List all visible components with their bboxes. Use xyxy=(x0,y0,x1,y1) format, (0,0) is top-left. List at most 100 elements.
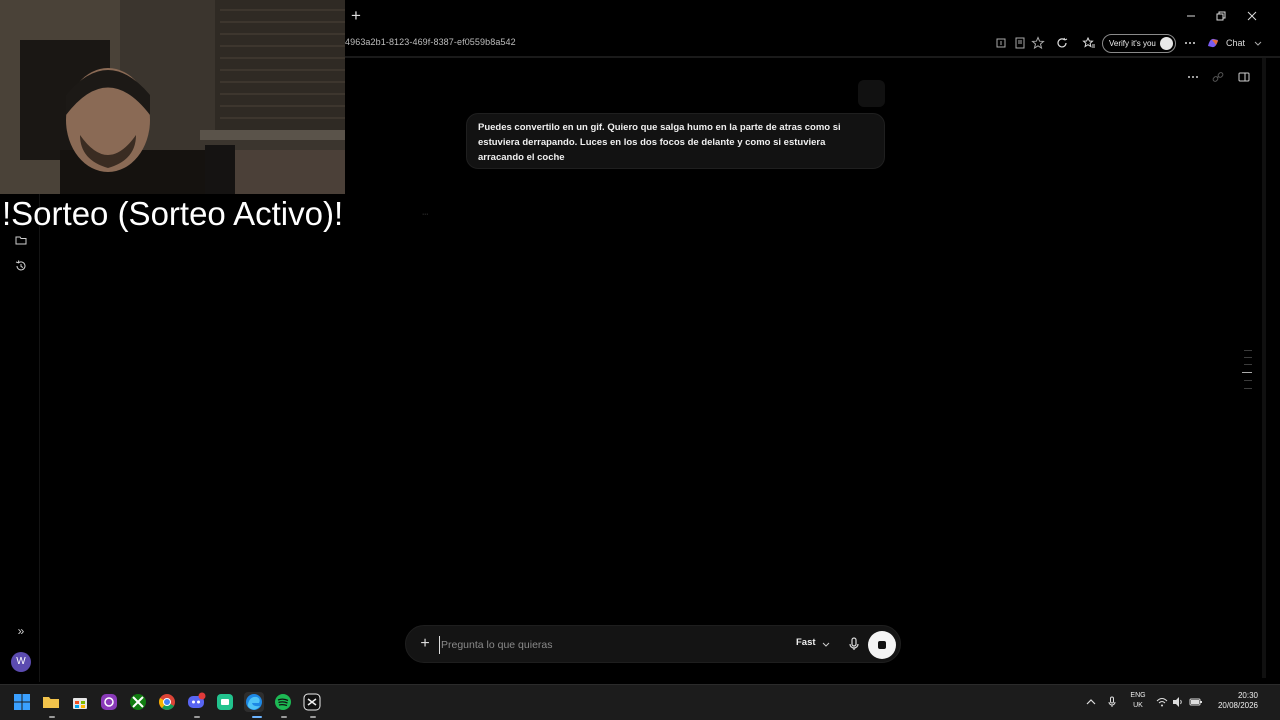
taskbar-instagram[interactable] xyxy=(99,692,119,712)
toggle-panel-button[interactable] xyxy=(1237,70,1251,84)
taskbar-spotify[interactable] xyxy=(273,692,293,712)
loading-indicator: ⋯ xyxy=(422,212,428,218)
tray-battery[interactable] xyxy=(1189,696,1202,708)
windows-icon xyxy=(14,694,30,710)
close-window-button[interactable] xyxy=(1245,9,1259,23)
close-icon xyxy=(1247,11,1257,21)
taskbar-teams[interactable] xyxy=(215,692,235,712)
running-indicator xyxy=(194,716,200,718)
edge-icon xyxy=(246,694,262,710)
chat-button-label[interactable]: Chat xyxy=(1226,38,1245,48)
taskbar: ENG UK 20:30 20/08/2026 xyxy=(0,684,1280,720)
minimize-icon xyxy=(1187,15,1195,17)
running-indicator xyxy=(310,716,316,718)
taskbar-chrome[interactable] xyxy=(157,692,177,712)
favorites-icon xyxy=(1082,36,1095,48)
capcut-icon xyxy=(303,693,321,711)
taskbar-xbox[interactable] xyxy=(128,692,148,712)
scrollbar[interactable] xyxy=(1262,58,1266,678)
user-message-text: Puedes convertilo en un gif. Quiero que … xyxy=(478,122,841,163)
chrome-icon xyxy=(159,694,175,710)
volume-icon xyxy=(1173,697,1182,707)
minimap-line-active xyxy=(1242,372,1252,373)
copilot-icon xyxy=(1208,38,1218,48)
store-icon xyxy=(73,698,87,709)
folder-icon xyxy=(43,697,59,708)
refresh-button[interactable] xyxy=(1055,36,1069,50)
conversation-more-button[interactable] xyxy=(1186,70,1200,84)
clock-date: 20/08/2026 xyxy=(1217,701,1258,710)
restore-button[interactable] xyxy=(1214,9,1228,23)
discord-icon xyxy=(188,692,206,708)
folder-icon xyxy=(15,236,27,245)
chevron-down-icon xyxy=(822,642,830,647)
voice-input-button[interactable] xyxy=(847,636,861,652)
chevron-up-icon xyxy=(1086,699,1096,705)
reading-view-button[interactable] xyxy=(1013,36,1027,50)
mic-icon xyxy=(1108,696,1116,707)
tray-microphone[interactable] xyxy=(1106,696,1118,708)
app-available-button[interactable] xyxy=(994,36,1008,50)
model-selector[interactable]: Fast xyxy=(796,637,816,648)
user-avatar[interactable]: W xyxy=(11,652,31,672)
message-action-button[interactable] xyxy=(858,80,885,107)
clock-time: 20:30 xyxy=(1237,691,1258,700)
app-install-icon xyxy=(996,38,1006,48)
taskbar-store[interactable] xyxy=(70,692,90,712)
chat-dropdown[interactable] xyxy=(1251,36,1265,50)
clock[interactable]: 20:30 20/08/2026 xyxy=(1208,691,1258,711)
restore-icon xyxy=(1216,11,1226,21)
minimize-button[interactable] xyxy=(1184,9,1198,23)
minimap-line xyxy=(1244,388,1252,389)
address-bar[interactable]: 4963a2b1-8123-469f-8387-ef0559b8a542 Ver… xyxy=(345,33,1280,55)
sidebar-projects-button[interactable] xyxy=(14,233,28,247)
taskbar-discord[interactable] xyxy=(186,692,206,712)
verify-label: Verify it's you xyxy=(1109,39,1156,48)
chevron-down-icon xyxy=(1254,41,1262,46)
start-button[interactable] xyxy=(12,692,32,712)
wifi-icon xyxy=(1156,698,1168,707)
favorites-bar-button[interactable] xyxy=(1082,36,1096,50)
share-link-button[interactable] xyxy=(1211,70,1225,84)
sidebar-expand-button[interactable]: » xyxy=(14,624,28,638)
prompt-input[interactable] xyxy=(439,636,779,654)
user-message-bubble: Puedes convertilo en un gif. Quiero que … xyxy=(466,113,885,169)
webcam-overlay xyxy=(0,0,345,194)
spotify-icon xyxy=(275,694,291,710)
verify-profile-button[interactable]: Verify it's you xyxy=(1102,34,1176,53)
settings-more-button[interactable] xyxy=(1183,36,1197,50)
battery-icon xyxy=(1189,698,1202,706)
tray-wifi[interactable] xyxy=(1156,696,1168,708)
copilot-button[interactable] xyxy=(1206,36,1220,50)
running-indicator xyxy=(49,716,55,718)
conversation-minimap[interactable] xyxy=(1238,350,1252,390)
minimap-line xyxy=(1244,380,1252,381)
favorite-button[interactable] xyxy=(1031,36,1045,50)
sidebar-history-button[interactable] xyxy=(14,259,28,273)
side-panel-icon xyxy=(1238,72,1250,82)
attach-button[interactable]: + xyxy=(418,635,432,653)
profile-avatar-icon xyxy=(1160,37,1173,50)
history-icon xyxy=(15,260,26,271)
show-hidden-icons-button[interactable] xyxy=(1085,696,1097,708)
new-tab-button[interactable]: + xyxy=(348,7,364,25)
taskbar-capcut[interactable] xyxy=(302,692,322,712)
model-selector-chevron[interactable] xyxy=(821,637,831,649)
reading-view-icon xyxy=(1015,37,1025,49)
url-text[interactable]: 4963a2b1-8123-469f-8387-ef0559b8a542 xyxy=(345,37,516,47)
keyboard-layout: UK xyxy=(1133,702,1143,709)
taskbar-file-explorer[interactable] xyxy=(41,692,61,712)
mic-icon xyxy=(849,637,859,650)
webcam-feed-image xyxy=(0,0,345,194)
language-indicator[interactable]: ENG UK xyxy=(1128,691,1148,711)
stop-icon xyxy=(878,641,886,649)
minimap-line xyxy=(1244,350,1252,351)
running-indicator xyxy=(281,716,287,718)
chat-app-icon xyxy=(217,694,233,710)
plus-icon: + xyxy=(420,635,430,652)
minimap-line xyxy=(1244,357,1252,358)
taskbar-edge[interactable] xyxy=(244,692,264,712)
star-icon xyxy=(1031,36,1045,50)
stop-generation-button[interactable] xyxy=(868,631,896,659)
tray-volume[interactable] xyxy=(1172,696,1184,708)
